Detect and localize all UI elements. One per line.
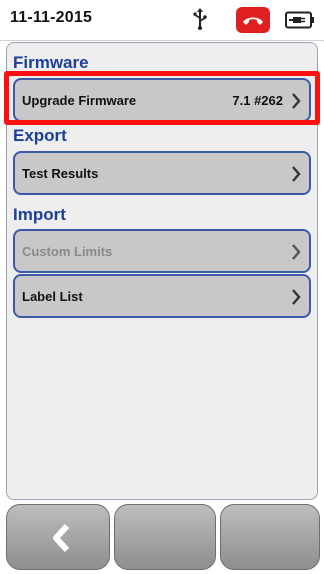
chevron-right-icon	[292, 289, 301, 305]
back-arrow-icon	[53, 523, 70, 553]
section-title-import: Import	[13, 205, 66, 224]
blank-button-right[interactable]	[220, 504, 320, 570]
phone-hangup-icon	[236, 7, 270, 33]
chevron-right-icon	[292, 244, 301, 260]
bottom-button-bar	[0, 504, 324, 574]
section-title-firmware: Firmware	[13, 53, 89, 72]
status-bar: 11-11-2015	[0, 0, 324, 41]
custom-limits-label: Custom Limits	[22, 244, 113, 259]
date-label: 11-11-2015	[10, 9, 93, 26]
test-results-label: Test Results	[22, 166, 99, 181]
highlight-box	[4, 71, 320, 125]
device-screen: 11-11-2015 Firmware Upgrade Firmware 7.1…	[0, 0, 324, 574]
blank-button-middle[interactable]	[114, 504, 216, 570]
battery-plugged-icon	[285, 11, 314, 29]
test-results-row[interactable]: Test Results	[13, 151, 311, 195]
label-list-row[interactable]: Label List	[13, 274, 311, 318]
section-title-export: Export	[13, 126, 67, 145]
label-list-label: Label List	[22, 289, 83, 304]
chevron-right-icon	[292, 166, 301, 182]
custom-limits-row: Custom Limits	[13, 229, 311, 273]
back-button[interactable]	[6, 504, 110, 570]
usb-icon	[193, 8, 207, 30]
